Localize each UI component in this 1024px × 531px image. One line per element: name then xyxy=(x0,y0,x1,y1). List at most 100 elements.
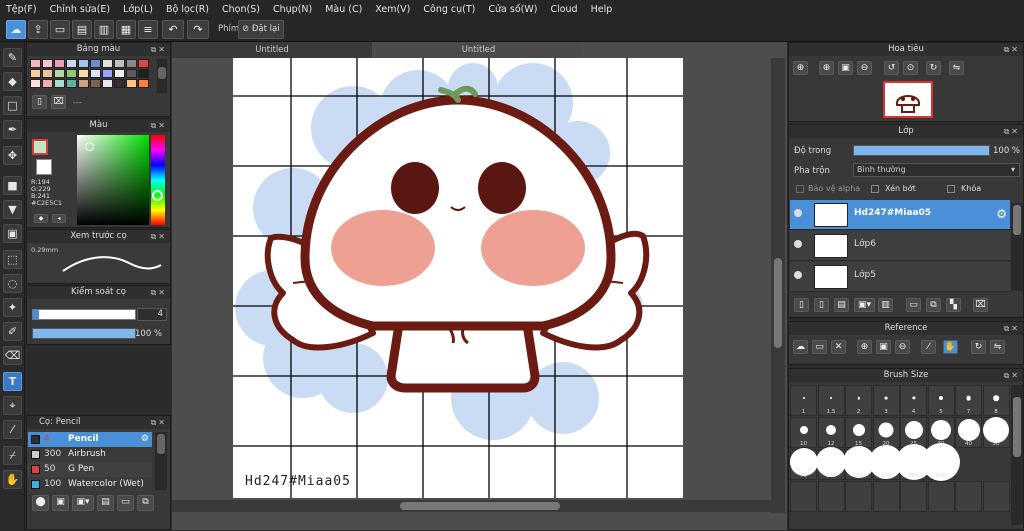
brush-opacity-slider[interactable] xyxy=(32,328,136,339)
foreground-color[interactable] xyxy=(32,139,48,155)
comment-button[interactable]: ▭ xyxy=(50,20,70,39)
zoom-in-button[interactable]: ⊕ xyxy=(793,61,808,75)
brush-size-cell[interactable]: 20 xyxy=(872,417,900,448)
lasso-tool[interactable]: ◌ xyxy=(3,274,22,293)
canvas-vertical-scrollbar[interactable] xyxy=(771,58,785,513)
ref-hand-button[interactable]: ✋ xyxy=(943,340,958,354)
palette-swatch[interactable] xyxy=(138,69,149,78)
menu-select[interactable]: Chọn(S) xyxy=(222,4,260,15)
brush-size-cell[interactable]: 100 xyxy=(816,447,846,480)
brush-size-cell-empty[interactable] xyxy=(982,481,1010,512)
layer-folder-button[interactable]: ▭ xyxy=(906,298,921,312)
palette-swatch[interactable] xyxy=(78,59,89,68)
clipping-checkbox[interactable] xyxy=(871,185,879,193)
brush-size-cell[interactable]: 50 xyxy=(982,417,1010,448)
menu-cloud[interactable]: Cloud xyxy=(550,4,577,15)
copy-layer-button[interactable]: ▤ xyxy=(834,298,849,312)
layer-arrange-button[interactable]: ▚ xyxy=(946,298,961,312)
layer-duplicate-button[interactable]: ⧉ xyxy=(926,298,941,312)
ref-zoom-in-button[interactable]: ⊕ xyxy=(857,340,872,354)
brush-duplicate-button[interactable]: ⧉ xyxy=(137,495,154,511)
brush-size-cell[interactable]: 15 xyxy=(845,417,872,448)
brush-item[interactable]: 300 Airbrush xyxy=(28,447,152,462)
brush-item[interactable]: 4 Pencil ⚙ xyxy=(28,432,152,447)
brush-size-cell[interactable]: 4 xyxy=(900,385,927,416)
brush-copy-button[interactable]: ▤ xyxy=(97,495,114,511)
ref-cloud-button[interactable]: ☁ xyxy=(793,340,808,354)
palette-swatch[interactable] xyxy=(126,69,137,78)
brush-item[interactable]: 50 G Pen xyxy=(28,462,152,477)
zoom-out-button[interactable]: ⊖ xyxy=(857,61,872,75)
panel-controls-icon[interactable]: ⧉✕ xyxy=(1004,322,1020,335)
eye-icon[interactable] xyxy=(794,209,802,217)
panel-controls-icon[interactable]: ⧉✕ xyxy=(151,416,167,429)
add-palette-button[interactable]: ▯ xyxy=(32,95,47,109)
chat-button[interactable]: ▤ xyxy=(72,20,92,39)
palette-swatch[interactable] xyxy=(78,69,89,78)
layer-merge-button[interactable]: ▥ xyxy=(878,298,893,312)
eraser-tool[interactable]: ◆ xyxy=(3,72,22,91)
palette-swatch[interactable] xyxy=(54,69,65,78)
panel-controls-icon[interactable]: ⧉✕ xyxy=(1004,369,1020,382)
canvas-paper[interactable]: Hd247#Miaa05 xyxy=(233,58,683,498)
text-tool[interactable]: T xyxy=(3,372,22,391)
new-layer-2-button[interactable]: ▯ xyxy=(814,298,829,312)
palette-swatch[interactable] xyxy=(126,79,137,88)
palette-swatch[interactable] xyxy=(42,59,53,68)
menu-color[interactable]: Màu (C) xyxy=(325,4,362,15)
menu-edit[interactable]: Chỉnh sửa(E) xyxy=(50,4,111,15)
brush-size-cell[interactable]: 2 xyxy=(845,385,872,416)
panel-controls-icon[interactable]: ⧉✕ xyxy=(151,286,167,299)
palette-swatch[interactable] xyxy=(90,79,101,88)
brush-size-cell[interactable]: 70 xyxy=(789,448,818,480)
menu-view[interactable]: Xem(V) xyxy=(375,4,410,15)
palette-swatch[interactable] xyxy=(114,79,125,88)
gear-icon[interactable]: ⚙ xyxy=(141,432,149,447)
rotate-left-button[interactable]: ↺ xyxy=(884,61,899,75)
delete-palette-button[interactable]: ⌧ xyxy=(51,95,66,109)
menu-tools[interactable]: Công cụ(T) xyxy=(423,4,475,15)
menu-help[interactable]: Help xyxy=(591,4,613,15)
gear-icon[interactable]: ⚙ xyxy=(996,207,1007,221)
move-tool[interactable]: ✥ xyxy=(3,146,22,165)
layer-menu-button[interactable]: ▣▾ xyxy=(854,298,875,312)
layer-scrollbar[interactable] xyxy=(1011,203,1023,291)
menu-filter[interactable]: Bộ lọc(R) xyxy=(166,4,209,15)
layer-row[interactable]: Lớp6 xyxy=(790,231,1010,261)
brush-size-cell-empty[interactable] xyxy=(790,481,817,512)
panel-controls-icon[interactable]: ⧉✕ xyxy=(1004,43,1020,56)
grid-button[interactable]: ▦ xyxy=(116,20,136,39)
eyedropper-tool[interactable]: ⁄ xyxy=(3,420,22,439)
brush-size-cell[interactable]: 400 xyxy=(922,443,960,482)
lock-checkbox[interactable] xyxy=(947,185,955,193)
palette-swatch[interactable] xyxy=(90,69,101,78)
cloud-button[interactable]: ☁ xyxy=(6,20,26,39)
palette-swatch[interactable] xyxy=(90,59,101,68)
eye-icon[interactable] xyxy=(794,271,802,279)
brush-size-cell[interactable]: 40 xyxy=(955,417,982,448)
background-color[interactable] xyxy=(36,159,52,175)
palette-swatch[interactable] xyxy=(54,79,65,88)
fill-rect-tool[interactable]: ■ xyxy=(3,176,22,195)
share-button[interactable]: ⇪ xyxy=(28,20,48,39)
color-mode-button[interactable]: ◆ xyxy=(34,214,48,223)
ref-open-button[interactable]: ▭ xyxy=(812,340,827,354)
palette-swatch[interactable] xyxy=(102,79,113,88)
brush-size-cell[interactable]: 3 xyxy=(872,385,900,416)
new-layer-button[interactable]: ▯ xyxy=(794,298,809,312)
palette-swatch[interactable] xyxy=(138,79,149,88)
rotate-reset-button[interactable]: ⊙ xyxy=(903,61,918,75)
palette-swatch[interactable] xyxy=(42,69,53,78)
protect-alpha-checkbox[interactable] xyxy=(796,185,804,193)
gradient-tool[interactable]: ▣ xyxy=(3,224,22,243)
panel-controls-icon[interactable]: ⧉✕ xyxy=(151,119,167,132)
color-swap-button[interactable]: ◂ xyxy=(52,214,66,223)
brush-size-cell[interactable]: 5 xyxy=(927,385,955,416)
brush-size-cell[interactable]: 8 xyxy=(982,385,1010,416)
palette-swatch[interactable] xyxy=(30,79,41,88)
brush-tool[interactable]: ✎ xyxy=(3,48,22,67)
palette-swatch[interactable] xyxy=(102,59,113,68)
palette-swatch[interactable] xyxy=(78,79,89,88)
palette-swatch[interactable] xyxy=(114,59,125,68)
undo-button[interactable]: ↶ xyxy=(162,20,184,39)
